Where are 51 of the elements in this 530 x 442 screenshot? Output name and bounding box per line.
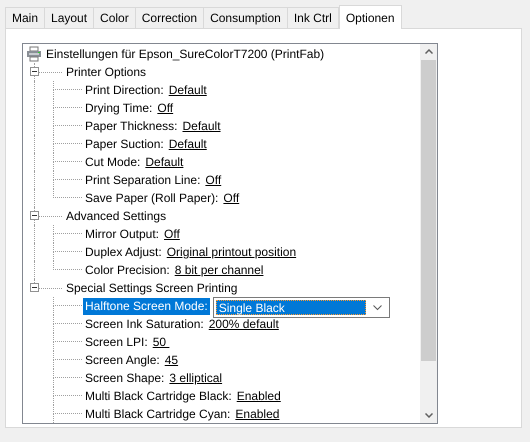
setting-label[interactable]: Paper Suction: — [83, 135, 166, 153]
setting-label[interactable]: Color Precision: — [83, 261, 172, 279]
collapse-icon[interactable] — [30, 211, 39, 220]
setting-label[interactable]: Duplex Adjust: — [83, 243, 164, 261]
setting-value-link[interactable]: Original printout position — [166, 243, 296, 261]
scroll-up-icon[interactable] — [424, 49, 432, 54]
scroll-down-icon[interactable] — [424, 413, 432, 418]
tree-root-label[interactable]: Einstellungen für Epson_SureColorT7200 (PrintFab) — [46, 45, 324, 63]
setting-value-link[interactable]: Off — [223, 189, 240, 207]
setting-value-link[interactable]: 3 elliptical — [169, 369, 222, 387]
setting-label[interactable]: Save Paper (Roll Paper): — [83, 189, 220, 207]
scrollbar[interactable] — [420, 44, 437, 423]
setting-label[interactable]: Screen LPI: — [83, 333, 150, 351]
tab[interactable]: Optionen — [338, 5, 402, 29]
setting-label[interactable]: Multi Black Cartridge Cyan: — [83, 405, 232, 423]
setting-label[interactable]: Mirror Output: — [83, 225, 162, 243]
setting-value-link[interactable]: 45 — [164, 351, 178, 369]
setting-value-link[interactable]: Default — [145, 153, 184, 171]
scrollbar-thumb[interactable] — [421, 60, 436, 361]
tab[interactable]: Ink Ctrl — [286, 7, 339, 28]
setting-value-link[interactable]: 200% default — [208, 315, 279, 333]
setting-label[interactable]: Halftone Screen Mode: — [83, 298, 210, 314]
setting-label[interactable]: Multi Black Cartridge Black: — [83, 387, 234, 405]
setting-value-link[interactable]: Default — [168, 81, 207, 99]
collapse-icon[interactable] — [30, 67, 39, 76]
setting-label[interactable]: Cut Mode: — [83, 153, 142, 171]
setting-value-link[interactable]: Enabled — [235, 405, 280, 423]
setting-label[interactable]: Drying Time: — [83, 99, 154, 117]
setting-value-link[interactable]: 50 — [152, 333, 170, 351]
tree-group-label[interactable]: Printer Options — [66, 63, 146, 81]
setting-value-link[interactable]: Default — [168, 135, 207, 153]
collapse-icon[interactable] — [30, 283, 39, 292]
chevron-down-icon — [372, 304, 382, 310]
dropdown[interactable]: Single Black — [212, 297, 390, 318]
setting-label[interactable]: Print Separation Line: — [83, 171, 202, 189]
tree-group-label[interactable]: Special Settings Screen Printing — [66, 279, 238, 297]
setting-value-link[interactable]: Enabled — [236, 387, 281, 405]
setting-label[interactable]: Print Direction: — [83, 81, 166, 99]
tab[interactable]: Main — [5, 7, 46, 28]
printer-icon — [26, 46, 42, 62]
setting-label[interactable]: Screen Ink Saturation: — [83, 315, 206, 333]
setting-label[interactable]: Paper Thickness: — [83, 117, 180, 135]
setting-value-link[interactable]: Off — [164, 225, 180, 243]
setting-label[interactable]: Screen Angle: — [83, 351, 162, 369]
setting-value-link[interactable]: Off — [157, 99, 174, 117]
setting-value-link[interactable]: Off — [205, 171, 222, 189]
setting-label[interactable]: Screen Shape: — [83, 369, 166, 387]
tree-group-label[interactable]: Advanced Settings — [66, 207, 166, 225]
setting-value-link[interactable]: 8 bit per channel — [174, 261, 264, 279]
dropdown-value: Single Black — [216, 300, 366, 315]
setting-value-link[interactable]: Default — [182, 117, 221, 135]
